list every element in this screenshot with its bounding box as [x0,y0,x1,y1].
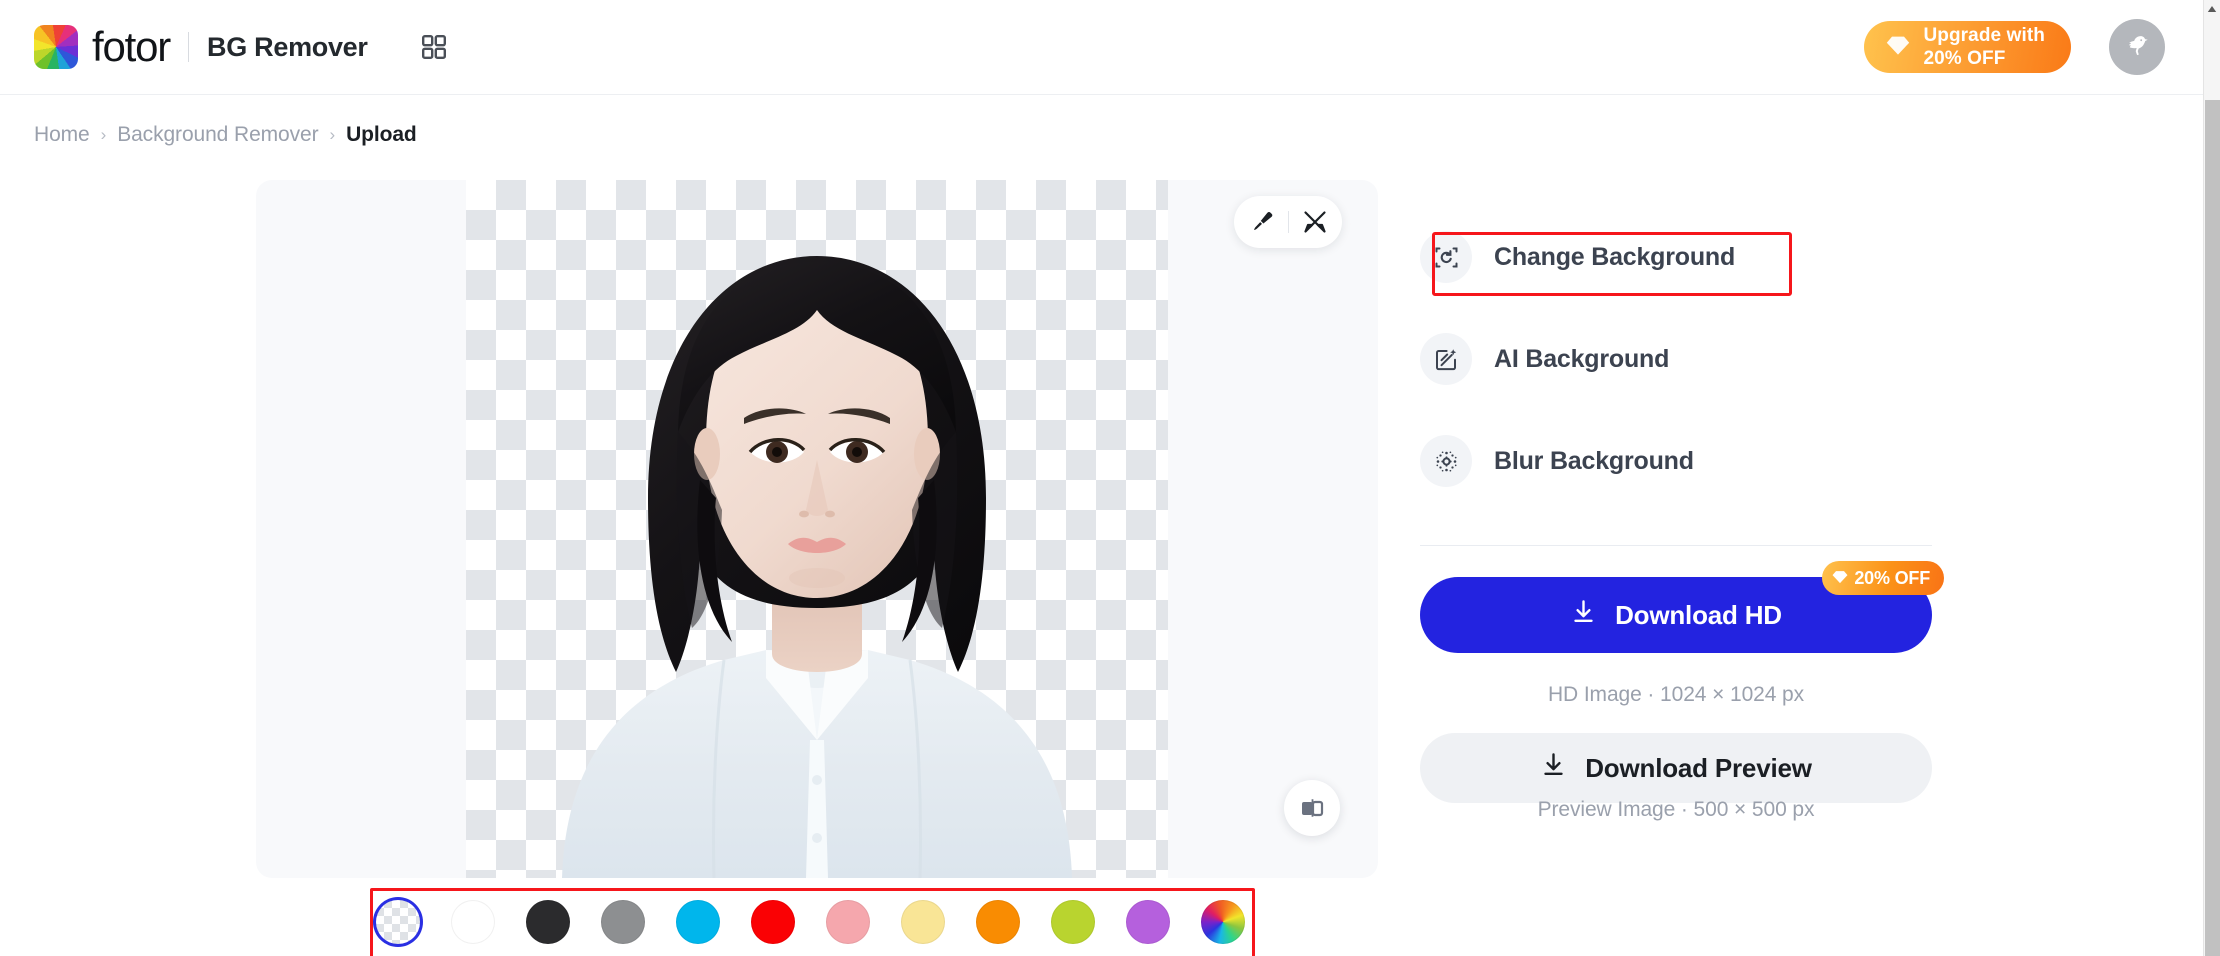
app-header: fotor BG Remover Upgrade with 20% OFF [0,0,2203,95]
download-icon [1570,598,1597,632]
swatch-transparent[interactable] [376,900,420,944]
page-scrollbar[interactable] [2203,0,2220,956]
blur-background-label: Blur Background [1494,446,1694,475]
header-right-group: Upgrade with 20% OFF [1864,19,2165,75]
swatch-pink[interactable] [826,900,870,944]
paintbrush-icon[interactable] [1236,196,1288,248]
blur-background-icon [1420,435,1472,487]
right-options-panel: Change Background AI Background Blur Bac… [1420,226,1932,532]
download-hd-button[interactable]: Download HD 20% OFF [1420,561,1944,653]
swatch-yellow-green[interactable] [1051,900,1095,944]
background-color-swatches [376,900,1245,944]
app-page: fotor BG Remover Upgrade with 20% OFF Ho… [0,0,2220,956]
brand-divider [188,32,190,62]
swatch-yellow[interactable] [901,900,945,944]
preview-image-caption: Preview Image · 500 × 500 px [1537,798,1815,821]
swatch-custom-color-picker[interactable] [1201,900,1245,944]
scrollbar-thumb[interactable] [2205,100,2220,956]
change-background-icon [1420,231,1472,283]
scroll-up-icon[interactable] [2204,0,2220,17]
ai-background-icon [1420,333,1472,385]
breadcrumb-item-home[interactable]: Home [34,123,90,147]
ai-background-label: AI Background [1494,344,1670,373]
image-canvas-panel [256,180,1378,878]
brand-logo[interactable]: fotor BG Remover [34,25,368,69]
diamond-icon [1832,568,1848,589]
change-background-option[interactable]: Change Background [1420,226,1932,288]
brand-name: fotor [92,23,171,70]
discount-badge-label: 20% OFF [1854,567,1930,588]
bird-avatar-icon [2128,36,2148,56]
hd-image-caption: HD Image · 1024 × 1024 px [1547,683,1805,706]
swatch-orange[interactable] [976,900,1020,944]
crossed-tools-icon[interactable] [1289,196,1341,248]
breadcrumb-separator: › [100,125,107,144]
diamond-icon [1886,35,1910,59]
subject-portrait-image [562,256,1072,878]
swatch-red[interactable] [751,900,795,944]
download-hd-label: Download HD [1615,599,1782,630]
ai-background-option[interactable]: AI Background [1420,328,1932,390]
canvas-tool-pill [1234,196,1342,248]
swatch-cyan[interactable] [676,900,720,944]
compare-before-after-button[interactable] [1284,780,1340,836]
upgrade-button[interactable]: Upgrade with 20% OFF [1864,21,2071,73]
breadcrumb: Home › Background Remover › Upload [34,123,417,147]
split-compare-icon [1302,799,1324,817]
download-preview-label: Download Preview [1585,752,1812,783]
swatch-white[interactable] [451,900,495,944]
upgrade-label: Upgrade with 20% OFF [1923,25,2045,69]
user-avatar[interactable] [2109,19,2165,75]
grid-apps-icon[interactable] [414,27,454,67]
breadcrumb-item-background-remover[interactable]: Background Remover [117,123,318,147]
panel-divider [1420,545,1932,546]
app-title: BG Remover [207,31,368,62]
breadcrumb-item-upload: Upload [346,123,417,146]
download-preview-button[interactable]: Download Preview [1420,733,1932,803]
swatch-purple[interactable] [1126,900,1170,944]
discount-badge: 20% OFF [1822,561,1944,595]
download-icon [1540,751,1567,785]
swatch-gray[interactable] [601,900,645,944]
change-background-label: Change Background [1494,242,1736,271]
fotor-pinwheel-logo-icon [34,25,78,69]
swatch-black[interactable] [526,900,570,944]
blur-background-option[interactable]: Blur Background [1420,430,1932,492]
breadcrumb-separator: › [329,125,336,144]
